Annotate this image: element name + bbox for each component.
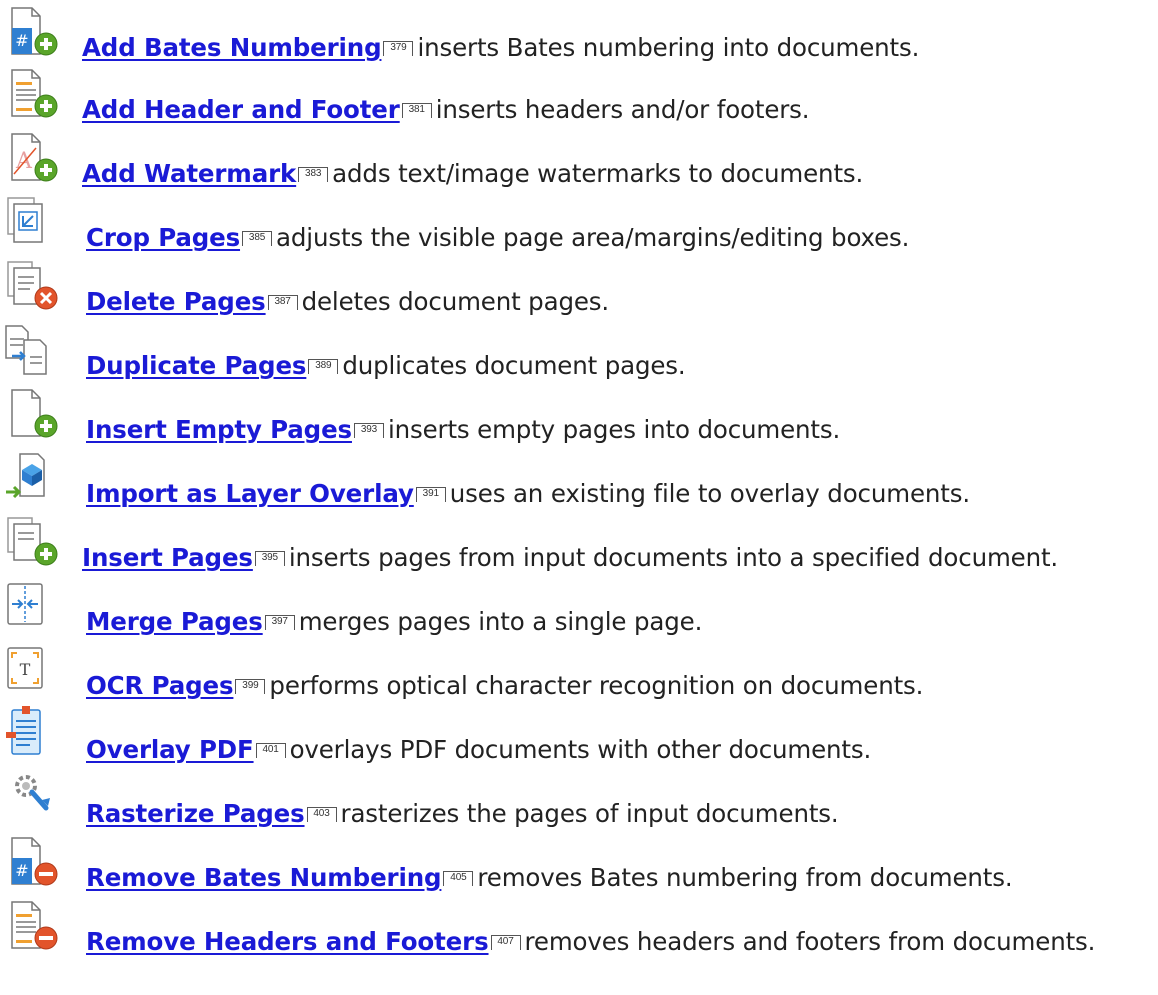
list-item: Crop Pages 385 adjusts the visible page ar…: [0, 194, 1158, 254]
list-item: Duplicate Pages 389 duplicates document pa…: [0, 322, 1158, 382]
add-bates-numbering-link[interactable]: Add Bates Numbering: [82, 33, 382, 62]
overlay-pdf-link[interactable]: Overlay PDF: [86, 735, 254, 764]
ocr-pages-link[interactable]: OCR Pages: [86, 671, 234, 700]
import-layer-overlay-icon: [2, 450, 62, 510]
header-footer-add-icon: [2, 66, 62, 126]
page-ref[interactable]: 383: [298, 167, 329, 182]
insert-empty-pages-link[interactable]: Insert Empty Pages: [86, 415, 352, 444]
list-item: Insert Empty Pages 393 inserts empty pages…: [0, 386, 1158, 446]
list-item: # Remove Bates Numbering 405 removes Bates…: [0, 834, 1158, 894]
item-description: removes Bates numbering from documents.: [477, 863, 1013, 892]
svg-text:T: T: [20, 660, 31, 679]
item-description: deletes document pages.: [301, 287, 610, 316]
item-description: inserts Bates numbering into documents.: [417, 33, 920, 62]
list-item: Import as Layer Overlay 391 uses an existi…: [0, 450, 1158, 510]
page-ref[interactable]: 391: [415, 487, 446, 502]
svg-text:#: #: [15, 861, 28, 880]
page-ref[interactable]: 387: [267, 295, 298, 310]
item-description: inserts headers and/or footers.: [435, 95, 810, 124]
add-header-and-footer-link[interactable]: Add Header and Footer: [82, 95, 400, 124]
list-item: Add Header and Footer 381 inserts headers …: [0, 66, 1158, 126]
crop-pages-icon: [2, 194, 62, 254]
rasterize-pages-link[interactable]: Rasterize Pages: [86, 799, 305, 828]
add-watermark-link[interactable]: Add Watermark: [82, 159, 296, 188]
list-item: Overlay PDF 401 overlays PDF documents wit…: [0, 706, 1158, 766]
crop-pages-link[interactable]: Crop Pages: [86, 223, 240, 252]
item-description: overlays PDF documents with other docume…: [289, 735, 872, 764]
list-item: Insert Pages 395 inserts pages from input …: [0, 514, 1158, 574]
list-item: A Add Watermark383adds text/image waterm…: [0, 130, 1158, 190]
import-as-layer-overlay-link[interactable]: Import as Layer Overlay: [86, 479, 414, 508]
merge-pages-icon: [2, 578, 62, 638]
merge-pages-link[interactable]: Merge Pages: [86, 607, 263, 636]
item-description: performs optical character recognition o…: [269, 671, 924, 700]
bates-add-icon: #: [2, 4, 62, 64]
item-description: duplicates document pages.: [342, 351, 686, 380]
rasterize-pages-icon: [2, 770, 62, 830]
bates-remove-icon: #: [2, 834, 62, 894]
item-description: inserts empty pages into documents.: [387, 415, 841, 444]
page-ref[interactable]: 407: [490, 935, 521, 950]
page-ref[interactable]: 395: [254, 551, 285, 566]
page-ref[interactable]: 403: [306, 807, 337, 822]
ocr-pages-icon: T: [2, 642, 62, 702]
delete-pages-link[interactable]: Delete Pages: [86, 287, 266, 316]
page-ref[interactable]: 385: [242, 231, 273, 246]
item-description: adjusts the visible page area/margins/ed…: [276, 223, 910, 252]
insert-empty-pages-icon: [2, 386, 62, 446]
svg-text:#: #: [15, 31, 28, 50]
remove-headers-and-footers-link[interactable]: Remove Headers and Footers: [86, 927, 489, 956]
page-ref[interactable]: 379: [383, 41, 414, 56]
item-description: uses an existing file to overlay documen…: [449, 479, 970, 508]
remove-bates-numbering-link[interactable]: Remove Bates Numbering: [86, 863, 442, 892]
list-item: T OCR Pages 399 performs optical character…: [0, 642, 1158, 702]
item-description: inserts pages from input documents into …: [288, 543, 1059, 572]
page-ref[interactable]: 397: [264, 615, 295, 630]
list-item: Delete Pages 387 deletes document pages.: [0, 258, 1158, 318]
insert-pages-link[interactable]: Insert Pages: [82, 543, 253, 572]
list-item: Rasterize Pages 403 rasterizes the pages o…: [0, 770, 1158, 830]
item-description: adds text/image watermarks to documents.: [332, 159, 864, 188]
page-ref[interactable]: 399: [235, 679, 266, 694]
overlay-pdf-icon: [2, 706, 62, 766]
duplicate-pages-icon: [2, 322, 62, 382]
page-ref[interactable]: 393: [353, 423, 384, 438]
page-ref[interactable]: 389: [308, 359, 339, 374]
item-description: rasterizes the pages of input documents.: [340, 799, 839, 828]
page-ref[interactable]: 381: [401, 103, 432, 118]
item-description: removes headers and footers from documen…: [524, 927, 1096, 956]
delete-pages-icon: [2, 258, 62, 318]
list-item: Remove Headers and Footers 407 removes hea…: [0, 898, 1158, 958]
page-ref[interactable]: 405: [443, 871, 474, 886]
list-item: # Add Bates Numbering 379 inserts Bates nu…: [0, 4, 1158, 64]
page-ref[interactable]: 401: [255, 743, 286, 758]
list-item: Merge Pages 397 merges pages into a single…: [0, 578, 1158, 638]
duplicate-pages-link[interactable]: Duplicate Pages: [86, 351, 306, 380]
header-footer-remove-icon: [2, 898, 62, 958]
watermark-add-icon: A: [2, 130, 62, 190]
insert-pages-icon: [2, 514, 62, 574]
item-description: merges pages into a single page.: [298, 607, 703, 636]
